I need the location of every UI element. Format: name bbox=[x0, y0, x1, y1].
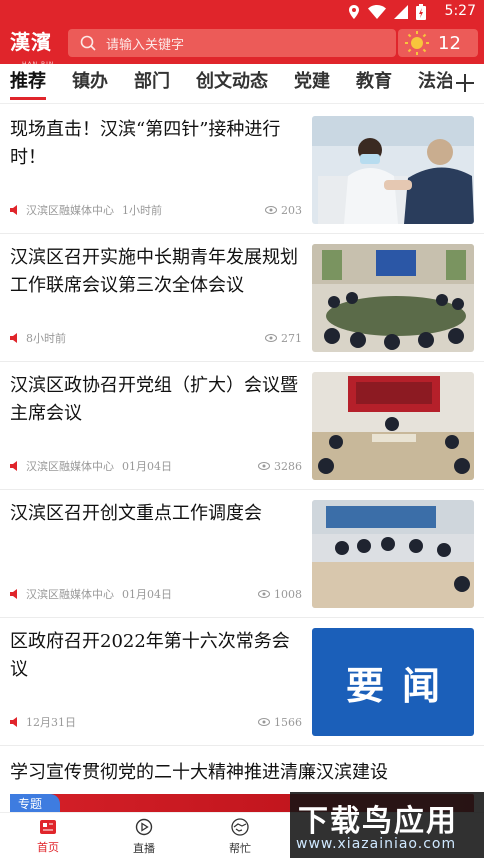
tab-recommended[interactable]: 推荐 bbox=[10, 64, 46, 104]
news-thumbnail[interactable]: 要闻 bbox=[312, 628, 474, 736]
news-source: 汉滨区融媒体中心 bbox=[26, 204, 114, 217]
signal-icon bbox=[394, 5, 408, 19]
view-count: 3286 bbox=[258, 460, 302, 473]
topic-tag: 专题 bbox=[10, 794, 60, 814]
speaker-icon bbox=[10, 589, 17, 599]
eye-icon bbox=[265, 206, 277, 214]
news-title: 汉滨区召开实施中长期青年发展规划工作联席会议第三次全体会议 bbox=[10, 247, 298, 296]
status-icons bbox=[348, 4, 426, 20]
news-time: 8小时前 bbox=[26, 332, 66, 345]
view-count: 203 bbox=[265, 204, 302, 217]
view-count: 1008 bbox=[258, 588, 302, 601]
vaccination-photo bbox=[312, 116, 474, 224]
meeting-photo bbox=[312, 500, 474, 608]
view-count-value: 203 bbox=[281, 203, 302, 217]
play-icon bbox=[135, 818, 153, 835]
search-icon bbox=[80, 35, 96, 51]
view-count-value: 3286 bbox=[274, 459, 302, 473]
tab-civilization[interactable]: 创文动态 bbox=[196, 64, 268, 104]
news-meta: 8小时前 271 bbox=[10, 330, 302, 346]
sun-icon bbox=[405, 31, 429, 55]
search-placeholder: 请输入关键字 bbox=[106, 37, 185, 53]
news-thumbnail[interactable] bbox=[312, 244, 474, 352]
watermark-text: 下载鸟应用 bbox=[298, 804, 458, 839]
eye-icon bbox=[258, 462, 270, 470]
handshake-icon bbox=[231, 817, 249, 836]
category-tabs: 推荐 镇办 部门 创文动态 党建 教育 法治 文旅 bbox=[0, 64, 484, 104]
add-tab-button[interactable] bbox=[452, 70, 478, 96]
view-count: 1566 bbox=[258, 716, 302, 729]
location-icon bbox=[349, 5, 359, 19]
eye-icon bbox=[258, 718, 270, 726]
news-item[interactable]: 现场直击！汉滨“第四针”接种进行时！ 汉滨区融媒体中心 1小时前 203 bbox=[0, 106, 484, 234]
speaker-icon bbox=[10, 205, 17, 215]
nav-home[interactable]: 首页 bbox=[0, 813, 96, 860]
news-item[interactable]: 汉滨区召开实施中长期青年发展规划工作联席会议第三次全体会议 8小时前 271 bbox=[0, 234, 484, 362]
news-item[interactable]: 区政府召开2022年第十六次常务会议 12月31日 1566 要闻 bbox=[0, 618, 484, 746]
news-title: 汉滨区召开创文重点工作调度会 bbox=[10, 503, 262, 524]
battery-icon bbox=[416, 4, 426, 20]
app-logo[interactable]: 漢濱 HAN BIN bbox=[10, 27, 58, 68]
speaker-icon bbox=[10, 461, 17, 471]
view-count-value: 271 bbox=[281, 331, 302, 345]
view-count-value: 1566 bbox=[274, 715, 302, 729]
weather-widget[interactable]: 12 bbox=[398, 29, 478, 57]
plus-icon bbox=[456, 74, 474, 92]
weather-temperature: 12 bbox=[438, 32, 461, 54]
news-title: 现场直击！汉滨“第四针”接种进行时！ bbox=[10, 119, 281, 168]
wifi-icon bbox=[368, 5, 386, 19]
app-header: 5:27 漢濱 HAN BIN 请输入关键字 12 bbox=[0, 0, 484, 68]
tab-education[interactable]: 教育 bbox=[356, 64, 392, 104]
eye-icon bbox=[265, 334, 277, 342]
news-item[interactable]: 汉滨区召开创文重点工作调度会 汉滨区融媒体中心 01月04日 1008 bbox=[0, 490, 484, 618]
news-thumbnail[interactable] bbox=[312, 116, 474, 224]
nav-label: 首页 bbox=[37, 840, 59, 854]
news-meta: 汉滨区融媒体中心 1小时前 203 bbox=[10, 202, 302, 218]
search-input[interactable]: 请输入关键字 bbox=[68, 29, 396, 57]
news-time: 12月31日 bbox=[26, 716, 76, 729]
tab-row: 推荐 镇办 部门 创文动态 党建 教育 法治 文旅 bbox=[0, 64, 452, 104]
news-source: 汉滨区融媒体中心 bbox=[26, 588, 114, 601]
news-source: 汉滨区融媒体中心 bbox=[26, 460, 114, 473]
nav-label: 直播 bbox=[133, 841, 155, 855]
news-list: 现场直击！汉滨“第四针”接种进行时！ 汉滨区融媒体中心 1小时前 203 汉滨区… bbox=[0, 106, 484, 746]
tab-party[interactable]: 党建 bbox=[294, 64, 330, 104]
tab-departments[interactable]: 部门 bbox=[134, 64, 170, 104]
news-icon bbox=[40, 819, 56, 834]
view-count: 271 bbox=[265, 332, 302, 345]
tab-towns[interactable]: 镇办 bbox=[72, 64, 108, 104]
thumbnail-label: 要闻 bbox=[345, 662, 458, 708]
news-thumbnail[interactable] bbox=[312, 500, 474, 608]
meeting-photo bbox=[312, 372, 474, 480]
watermark-logo: 下载鸟应用 www.xiazainiao.com bbox=[290, 792, 484, 858]
news-time: 1小时前 bbox=[122, 204, 162, 217]
status-bar: 5:27 bbox=[0, 0, 484, 24]
nav-label: 帮忙 bbox=[229, 841, 251, 855]
speaker-icon bbox=[10, 333, 17, 343]
nav-live[interactable]: 直播 bbox=[96, 813, 192, 860]
speaker-icon bbox=[10, 717, 17, 727]
news-time: 01月04日 bbox=[122, 460, 172, 473]
news-meta: 12月31日 1566 bbox=[10, 714, 302, 730]
status-time: 5:27 bbox=[444, 3, 476, 19]
topic-title: 学习宣传贯彻党的二十大精神推进清廉汉滨建设 bbox=[10, 762, 388, 783]
news-thumbnail[interactable] bbox=[312, 372, 474, 480]
view-count-value: 1008 bbox=[274, 587, 302, 601]
eye-icon bbox=[258, 590, 270, 598]
news-title: 汉滨区政协召开党组（扩大）会议暨主席会议 bbox=[10, 375, 298, 424]
news-time: 01月04日 bbox=[122, 588, 172, 601]
news-title: 区政府召开2022年第十六次常务会议 bbox=[10, 631, 290, 680]
news-item[interactable]: 汉滨区政协召开党组（扩大）会议暨主席会议 汉滨区融媒体中心 01月04日 328… bbox=[0, 362, 484, 490]
watermark-url: www.xiazainiao.com bbox=[296, 836, 457, 852]
meeting-photo bbox=[312, 244, 474, 352]
tab-law[interactable]: 法治 bbox=[418, 64, 452, 104]
news-meta: 汉滨区融媒体中心 01月04日 3286 bbox=[10, 458, 302, 474]
nav-help[interactable]: 帮忙 bbox=[192, 813, 288, 860]
news-meta: 汉滨区融媒体中心 01月04日 1008 bbox=[10, 586, 302, 602]
